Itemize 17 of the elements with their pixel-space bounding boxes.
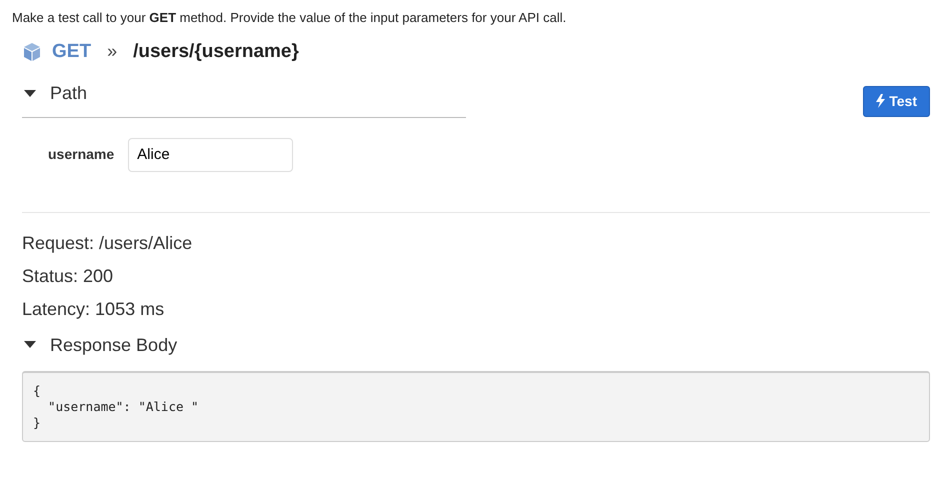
lightning-icon [876, 94, 886, 108]
section-title: Path [50, 82, 88, 105]
http-method: GET [52, 40, 92, 64]
test-button[interactable]: Test [863, 86, 930, 116]
resource-path: /users/{username} [133, 40, 299, 64]
input-field[interactable]: Alice [128, 138, 294, 172]
field-label: username [48, 145, 114, 164]
breadcrumb-separator: » [107, 40, 118, 64]
collapse-triangle-icon[interactable] [24, 90, 36, 98]
result-text: Status: 200 [22, 266, 114, 286]
result-text: Latency: 1053 ms [22, 298, 166, 320]
section-title: Response Body [50, 334, 178, 357]
collapse-triangle-icon[interactable] [24, 341, 36, 349]
cube-icon [22, 42, 42, 62]
instruction-text: Make a test call to your GET method. Provide the value of the input parameters for your API call. [12, 9, 568, 27]
result-text: Request: /users/Alice [22, 232, 194, 254]
response-code-block: { "username": "Alice " } [22, 370, 930, 442]
